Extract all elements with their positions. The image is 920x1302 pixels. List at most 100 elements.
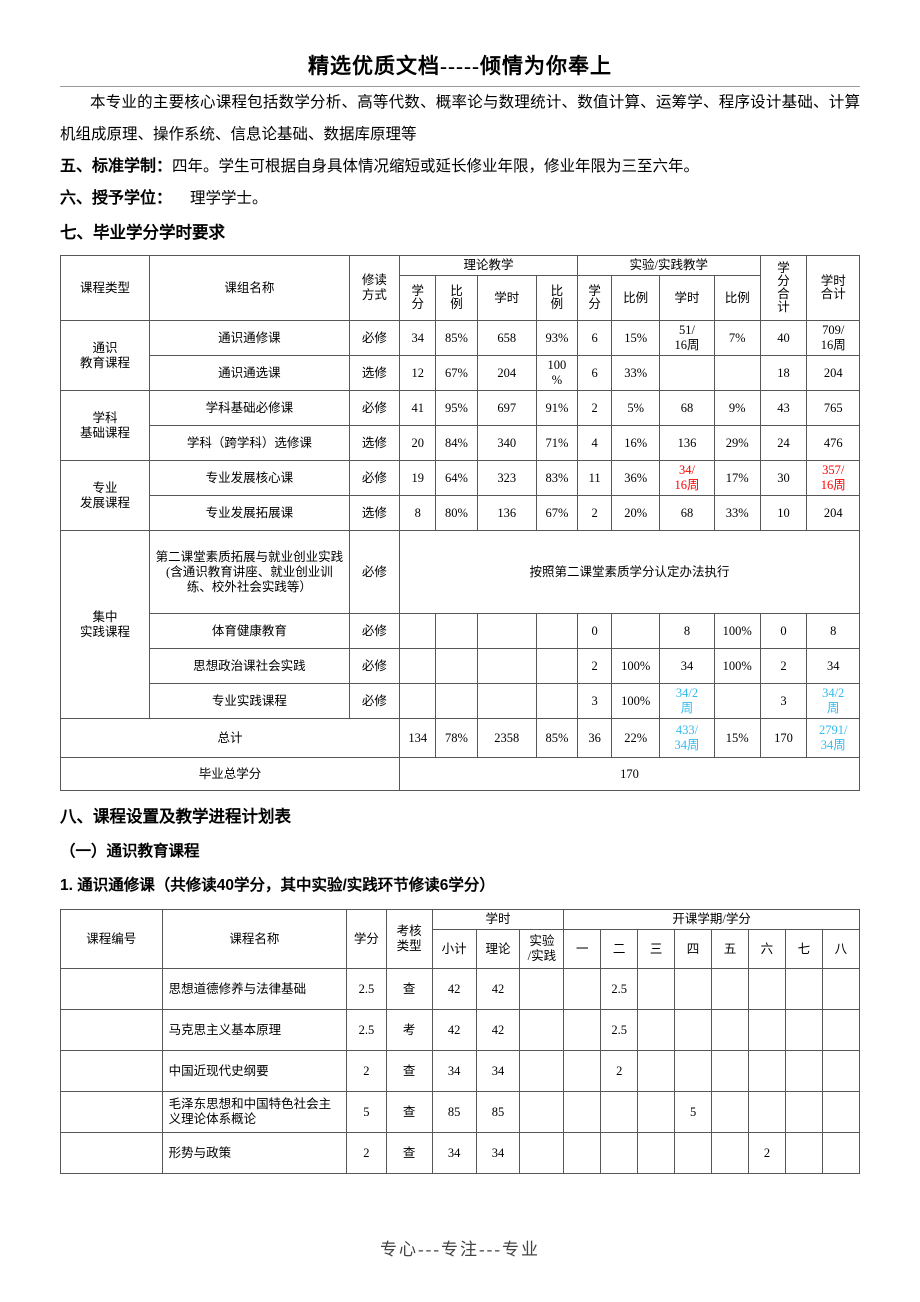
cell-line: 周 [826,701,840,715]
cell-theory-credit: 20 [398,425,437,461]
th-practice-hour-ratio: 比例 [713,275,761,321]
cell-theory-hour-ratio: 83% [535,460,578,496]
cell-practice-hour-ratio: 17% [713,460,761,496]
cell-credit: 2 [346,1050,387,1092]
cell-course-code [60,968,163,1010]
cell-practice-hour-ratio [713,683,761,719]
cell-semester-6 [747,1091,786,1133]
th-credit-total: 学分合计 [759,255,808,321]
cell-hour-total: 709/16周 [806,320,860,356]
cell-practice-hour-ratio: 9% [713,390,761,426]
cell-course-code [60,1009,163,1051]
cell-hour-total: 204 [806,495,860,531]
cell-credit-total: 0 [759,613,808,649]
cell-semester-3 [637,1009,676,1051]
cell-semester-1 [563,1050,602,1092]
th-course-name: 课程名称 [161,909,348,969]
cell-total-theory-hour-ratio: 85% [535,718,578,758]
cell-semester-1 [563,1091,602,1133]
cell-theory-ratio [435,683,478,719]
cell-study-mode: 必修 [348,320,400,356]
cell-semester-5 [711,968,749,1010]
cell-semester-4 [674,968,713,1010]
cell-study-mode: 必修 [348,460,400,496]
cell-line: 类型 [396,939,422,953]
cell-theory-hours: 658 [476,320,537,356]
cell-semester-8 [821,1009,861,1051]
table-row: 中国近现代史纲要 2 查 34 34 2 [60,1050,861,1092]
cell-line: 34/ [679,463,695,477]
cell-practice-credit: 2 [576,648,613,684]
cell-line: 例 [450,297,463,311]
cell-theory-hour-ratio [535,613,578,649]
cell-theory-ratio: 67% [435,355,478,391]
cell-line: 集中 [92,609,118,624]
cell-total-practice-credit: 36 [576,718,613,758]
cell-credit-total: 10 [759,495,808,531]
cell-line: 34/2 [822,686,845,700]
th-theory-hour-ratio: 比例 [535,275,578,321]
th-course-code: 课程编号 [60,909,163,969]
cell-semester-1 [563,1132,602,1174]
th-theory-hours: 学时 [476,275,537,321]
cell-hours-practice [519,1050,565,1092]
document-page: 精选优质文档-----倾情为你奉上 本专业的主要核心课程包括数学分析、高等代数、… [0,0,920,1302]
cell-course-code [60,1050,163,1092]
cell-line: 比 [550,284,564,298]
cell-practice-credit: 11 [576,460,613,496]
cell-hours-practice [519,1091,565,1133]
cell-practice-hours: 68 [659,495,715,531]
cell-semester-5 [711,1091,749,1133]
cell-hours-subtotal: 34 [431,1050,477,1092]
cell-study-mode: 必修 [348,648,400,684]
cell-theory-hours: 136 [476,495,537,531]
cell-semester-3 [637,1132,676,1174]
item-6-text: 理学学士。 [190,190,268,207]
cell-semester-4 [674,1009,713,1051]
general-required-courses-table: 课程编号 课程名称 学分 考核 类型 学时 开课学期/学分 小计 理论 实验/实践一二三四五六七八… [60,909,861,1174]
th-semester-5: 五 [711,929,749,969]
cell-study-mode: 必修 [348,613,400,649]
th-semester-1: 一 [563,929,602,969]
cell-line: 2791/ [818,723,848,737]
cell-practice-hour-ratio: 100% [713,648,761,684]
cell-line: 51/ [679,323,695,337]
cell-line: 实践课程 [80,624,131,639]
cell-study-mode: 选修 [348,425,400,461]
cell-line: 34/2 [675,686,699,700]
cell-hours-subtotal: 42 [431,1009,477,1051]
cell-line: 433/ [675,723,699,737]
th-exam-type: 考核 类型 [385,909,433,969]
cell-practice-ratio: 36% [611,460,661,496]
cell-theory-ratio: 85% [435,320,478,356]
cell-course-name: 毛泽东思想和中国特色社会主义理论体系概论 [161,1091,348,1133]
cell-semester-6 [747,968,786,1010]
cell-hours-practice [519,1132,565,1174]
cell-theory-ratio [435,613,478,649]
cell-semester-1 [563,968,602,1010]
cell-line: 34周 [674,738,700,752]
cell-semester-7 [784,968,823,1010]
cell-line: 比 [450,284,463,298]
table-row: 学科（跨学科）选修课 选修 20 84% 340 71% 4 16% 136 29% 24 476 [61,425,860,461]
th-semester-3: 三 [637,929,676,969]
cell-practice-hour-ratio: 100% [713,613,761,649]
cell-credit: 2.5 [346,968,387,1010]
cell-line: 合 [777,287,790,301]
cell-practice-hour-ratio: 29% [713,425,761,461]
cell-theory-hours: 697 [476,390,537,426]
running-header: 精选优质文档-----倾情为你奉上 [308,54,612,78]
cell-theory-credit: 41 [398,390,437,426]
cell-study-mode: 必修 [348,390,400,426]
cell-line: 教育课程 [80,355,131,370]
cell-hours-theory: 34 [475,1132,521,1174]
cell-total-hour-sum: 2791/34周 [806,718,860,758]
credit-hour-requirement-table: 课程类型 课组名称 修读 方式 理论教学 实验/实践教学学分合计学时 合计学分比例学时比例学… [59,255,861,791]
cell-hours-theory: 42 [475,968,521,1010]
cell-study-mode: 必修 [348,683,400,719]
cell-exam-type: 查 [385,1050,433,1092]
cell-line: 方式 [361,288,387,302]
table-row: 体育健康教育 必修 0 8 100% 0 8 [61,613,860,649]
cell-group-name: 第二课堂素质拓展与就业创业实践(含通识教育讲座、就业创业训练、校外社会实践等） [149,530,350,614]
th-hours-theory: 理论 [475,929,521,969]
